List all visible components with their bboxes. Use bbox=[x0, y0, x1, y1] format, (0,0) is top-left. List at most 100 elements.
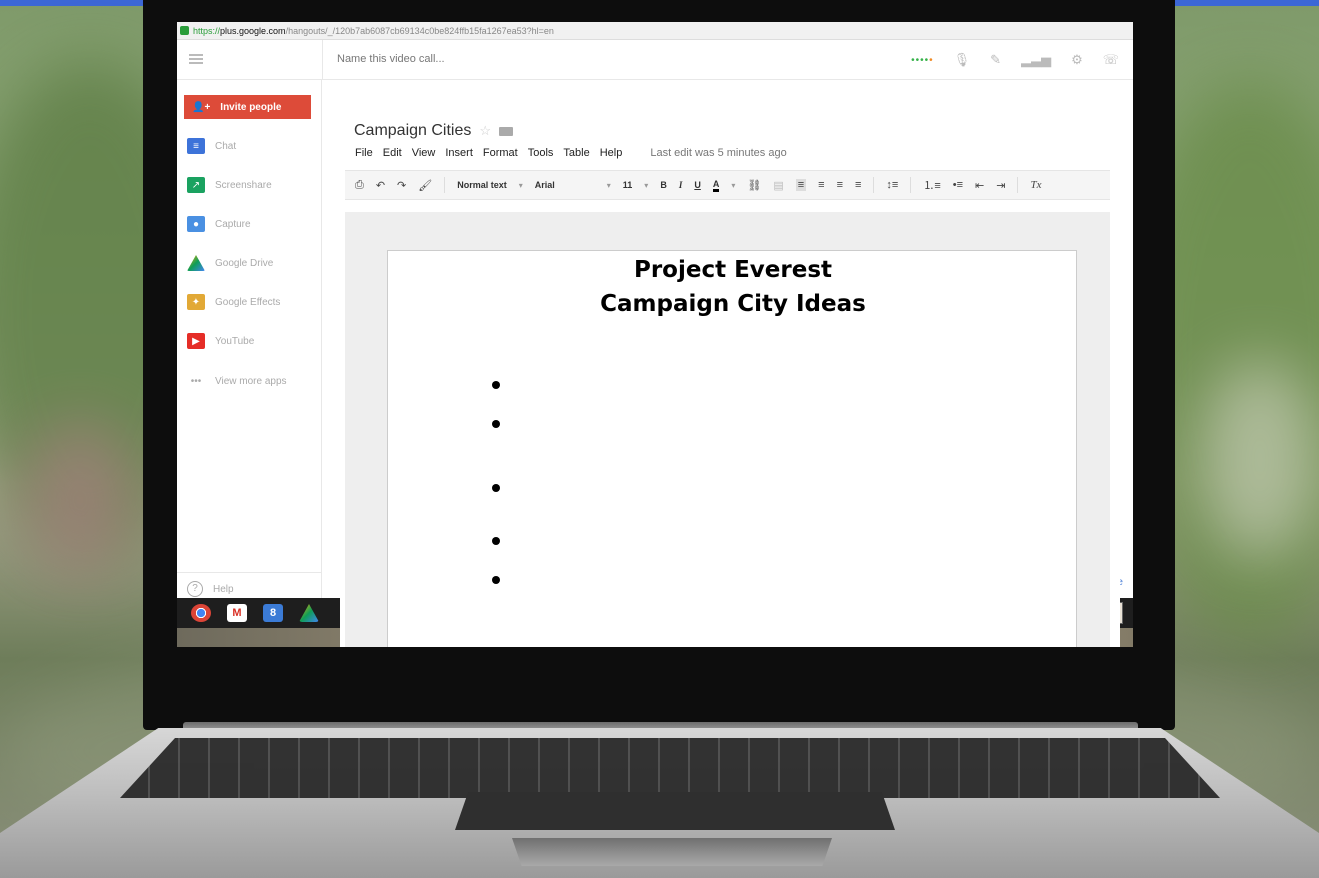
paragraph-style-select[interactable]: Normal text bbox=[457, 180, 507, 190]
invite-label: Invite people bbox=[220, 101, 282, 113]
menu-file[interactable]: File bbox=[355, 147, 373, 159]
align-center-icon[interactable]: ≡ bbox=[818, 179, 824, 191]
document-page[interactable]: Project Everest Campaign City Ideas bbox=[387, 250, 1077, 647]
drive-icon bbox=[187, 255, 205, 271]
document-canvas: Project Everest Campaign City Ideas bbox=[345, 212, 1110, 647]
google-plus-icon[interactable]: 8 bbox=[263, 604, 283, 622]
help-icon: ? bbox=[187, 581, 203, 597]
app-label: YouTube bbox=[215, 335, 255, 347]
menu-table[interactable]: Table bbox=[563, 147, 589, 159]
document-title[interactable]: Campaign Cities ☆ bbox=[354, 122, 514, 140]
help-button[interactable]: ? Help bbox=[187, 581, 234, 597]
youtube-icon: ▶ bbox=[187, 333, 205, 349]
numbered-list-icon[interactable]: ⒈≡ bbox=[923, 177, 940, 193]
chevron-down-icon[interactable]: ▾ bbox=[731, 181, 735, 190]
hangout-header: Name this video call... ••••• 🎙 ✎ ▂▃▅ ⚙ … bbox=[177, 40, 1133, 80]
chevron-down-icon[interactable]: ▾ bbox=[644, 181, 648, 190]
more-icon: ••• bbox=[190, 375, 202, 387]
menu-edit[interactable]: Edit bbox=[383, 147, 402, 159]
bold-button[interactable]: B bbox=[660, 180, 667, 190]
settings-gear-icon[interactable]: ⚙ bbox=[1071, 52, 1083, 68]
add-person-icon: 👤+ bbox=[192, 101, 211, 113]
paint-format-icon[interactable]: 🖌 bbox=[418, 179, 432, 192]
bulleted-list-icon[interactable]: •≡ bbox=[953, 179, 963, 191]
toolbar-divider bbox=[444, 177, 446, 193]
sidebar-app-youtube[interactable]: ▶ YouTube bbox=[187, 331, 254, 351]
toolbar-divider bbox=[910, 177, 912, 193]
connection-quality-icon: ••••• bbox=[911, 54, 934, 66]
italic-button[interactable]: I bbox=[679, 180, 683, 190]
link-icon[interactable]: ⛓ bbox=[747, 179, 761, 192]
align-right-icon[interactable]: ≡ bbox=[837, 179, 843, 191]
line-spacing-icon[interactable]: ↕≡ bbox=[886, 179, 898, 191]
app-label: Google Effects bbox=[215, 296, 281, 308]
app-label: Capture bbox=[215, 218, 251, 230]
chevron-down-icon[interactable]: ▾ bbox=[607, 181, 611, 190]
redo-icon[interactable]: ↷ bbox=[397, 179, 406, 192]
text-color-button[interactable]: A bbox=[712, 179, 720, 192]
clear-formatting-button[interactable]: Tx bbox=[1030, 179, 1041, 191]
list-item-bullet[interactable] bbox=[492, 576, 500, 584]
call-name-input[interactable]: Name this video call... bbox=[337, 53, 445, 65]
app-label: Screenshare bbox=[215, 179, 272, 191]
sidebar-view-more-apps[interactable]: ••• View more apps bbox=[187, 371, 287, 391]
increase-indent-icon[interactable]: ⇥ bbox=[996, 179, 1005, 192]
header-divider bbox=[322, 40, 323, 80]
font-select[interactable]: Arial bbox=[535, 180, 555, 190]
decrease-indent-icon[interactable]: ⇤ bbox=[975, 179, 984, 192]
background-light bbox=[1200, 360, 1319, 560]
laptop-trackpad[interactable] bbox=[455, 792, 895, 830]
hamburger-menu-icon[interactable] bbox=[189, 54, 203, 64]
laptop-screen: https:// plus.google.com /hangouts/_/120… bbox=[177, 22, 1133, 647]
font-size-select[interactable]: 11 bbox=[623, 180, 633, 190]
list-item-bullet[interactable] bbox=[492, 381, 500, 389]
camera-off-icon[interactable]: ✎ bbox=[990, 52, 1001, 68]
app-label: Google Drive bbox=[215, 257, 274, 269]
underline-button[interactable]: U bbox=[694, 180, 701, 190]
bandwidth-icon[interactable]: ▂▃▅ bbox=[1021, 52, 1051, 68]
help-label: Help bbox=[213, 583, 234, 595]
hang-up-icon[interactable]: ☏ bbox=[1103, 52, 1119, 68]
drive-icon[interactable] bbox=[299, 604, 319, 622]
document-title-text[interactable]: Campaign Cities bbox=[354, 122, 471, 140]
toolbar-divider bbox=[1017, 177, 1019, 193]
star-icon[interactable]: ☆ bbox=[479, 123, 491, 139]
menu-help[interactable]: Help bbox=[600, 147, 623, 159]
list-item-bullet[interactable] bbox=[492, 420, 500, 428]
menu-insert[interactable]: Insert bbox=[445, 147, 473, 159]
sidebar-app-screenshare[interactable]: ↗ Screenshare bbox=[187, 175, 272, 195]
print-icon[interactable]: ⎙ bbox=[355, 179, 364, 192]
sidebar-app-google-effects[interactable]: ✦ Google Effects bbox=[187, 292, 280, 312]
last-edit-status[interactable]: Last edit was 5 minutes ago bbox=[650, 147, 786, 159]
laptop-keyboard bbox=[120, 738, 1220, 798]
menu-tools[interactable]: Tools bbox=[528, 147, 554, 159]
sidebar-app-chat[interactable]: ≡ Chat bbox=[187, 136, 236, 156]
chrome-icon[interactable] bbox=[191, 604, 211, 622]
align-justify-icon[interactable]: ≡ bbox=[855, 179, 861, 191]
document-heading-line2: Campaign City Ideas bbox=[600, 291, 866, 317]
url-bar[interactable]: https:// plus.google.com /hangouts/_/120… bbox=[177, 22, 1133, 40]
google-docs-panel: Campaign Cities ☆ File Edit View Insert … bbox=[340, 80, 1120, 647]
mute-mic-icon[interactable]: 🎙 bbox=[954, 52, 971, 68]
align-left-icon[interactable]: ≡ bbox=[795, 179, 807, 191]
help-divider bbox=[177, 572, 322, 573]
chevron-down-icon[interactable]: ▾ bbox=[519, 181, 523, 190]
list-item-bullet[interactable] bbox=[492, 537, 500, 545]
list-item-bullet[interactable] bbox=[492, 484, 500, 492]
menu-view[interactable]: View bbox=[412, 147, 436, 159]
url-path: /hangouts/_/120b7ab6087cb69134c0be824ffb… bbox=[285, 25, 554, 36]
invite-people-button[interactable]: 👤+ Invite people bbox=[184, 95, 311, 119]
comment-icon[interactable]: ▤ bbox=[773, 179, 783, 192]
screenshare-icon: ↗ bbox=[187, 177, 205, 193]
app-label: Chat bbox=[215, 140, 237, 152]
hangout-sidebar: 👤+ Invite people ≡ Chat ↗ Screenshare ● … bbox=[177, 80, 322, 647]
sidebar-app-capture[interactable]: ● Capture bbox=[187, 214, 251, 234]
folder-icon[interactable] bbox=[499, 126, 514, 136]
chat-icon: ≡ bbox=[187, 138, 205, 154]
hangout-controls: ••••• 🎙 ✎ ▂▃▅ ⚙ ☏ bbox=[911, 52, 1119, 68]
sidebar-app-google-drive[interactable]: Google Drive bbox=[187, 253, 273, 273]
menu-format[interactable]: Format bbox=[483, 147, 518, 159]
gmail-icon[interactable]: M bbox=[227, 604, 247, 622]
laptop-front-notch bbox=[512, 838, 832, 866]
undo-icon[interactable]: ↶ bbox=[376, 179, 385, 192]
